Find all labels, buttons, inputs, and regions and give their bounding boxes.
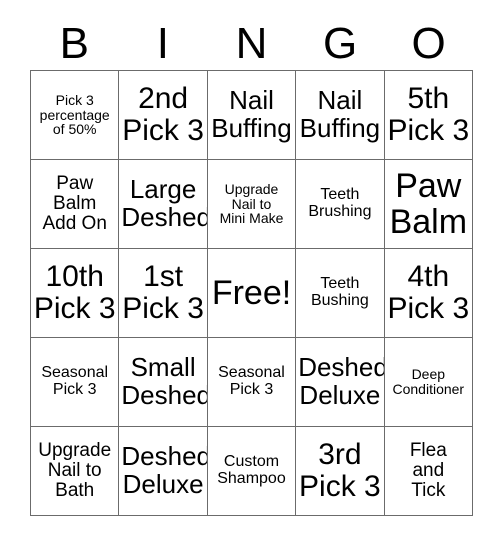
bingo-cell-label: Nail Buffing (299, 85, 381, 143)
bingo-header-row: B I N G O (30, 18, 473, 70)
bingo-cell-label: Upgrade Nail to Bath (38, 439, 112, 502)
bingo-cell-n4[interactable]: Seasonal Pick 3 (207, 338, 297, 427)
bingo-cell-label: Deep Conditioner (392, 366, 465, 397)
bingo-cell-label: 10th Pick 3 (33, 260, 116, 325)
bingo-cell-label: Teeth Bushing (310, 275, 369, 309)
bingo-header-letter-o: O (411, 19, 446, 68)
bingo-cell-i5[interactable]: Deshed Deluxe (119, 427, 208, 516)
bingo-cell-label: Paw Balm Add On (42, 172, 107, 235)
bingo-cell-label: Deshed Deluxe (298, 352, 385, 410)
bingo-cell-i1[interactable]: 2nd Pick 3 (119, 71, 208, 160)
bingo-cell-n2[interactable]: Upgrade Nail to Mini Make (207, 160, 297, 249)
bingo-cell-o5[interactable]: Flea and Tick (384, 427, 473, 516)
bingo-cell-label: Pick 3 percentage of 50% (39, 91, 110, 138)
bingo-cell-label: 1st Pick 3 (122, 260, 204, 325)
bingo-header-letter-i: I (156, 19, 169, 68)
bingo-cell-o3[interactable]: 4th Pick 3 (384, 249, 473, 338)
bingo-cell-b5[interactable]: Upgrade Nail to Bath (31, 427, 120, 516)
bingo-cell-label: Free! (211, 273, 292, 312)
bingo-cell-b1[interactable]: Pick 3 percentage of 50% (31, 71, 120, 160)
bingo-cell-i2[interactable]: Large Deshed (119, 160, 208, 249)
bingo-cell-g4[interactable]: Deshed Deluxe (296, 338, 385, 427)
bingo-grid: Pick 3 percentage of 50% 2nd Pick 3 Nail… (30, 70, 473, 516)
bingo-header-letter-g: G (322, 19, 358, 68)
bingo-cell-label: 5th Pick 3 (387, 82, 470, 147)
bingo-cell-label: Small Deshed (121, 352, 208, 410)
bingo-cell-g2[interactable]: Teeth Brushing (296, 160, 385, 249)
bingo-cell-i4[interactable]: Small Deshed (119, 338, 208, 427)
bingo-cell-label: Teeth Brushing (308, 186, 372, 220)
bingo-cell-label: Custom Shampoo (217, 453, 286, 487)
bingo-cell-free-space[interactable]: Free! (207, 249, 297, 338)
bingo-cell-b4[interactable]: Seasonal Pick 3 (31, 338, 120, 427)
bingo-cell-b2[interactable]: Paw Balm Add On (31, 160, 120, 249)
bingo-cell-label: Deshed Deluxe (121, 441, 208, 499)
bingo-cell-label: Nail Buffing (211, 85, 292, 143)
bingo-cell-n5[interactable]: Custom Shampoo (207, 427, 297, 516)
bingo-header-letter-n: N (235, 19, 268, 68)
bingo-cell-o1[interactable]: 5th Pick 3 (384, 71, 473, 160)
bingo-cell-label: Seasonal Pick 3 (218, 364, 285, 398)
bingo-cell-label: 2nd Pick 3 (122, 82, 204, 147)
bingo-cell-label: 4th Pick 3 (387, 260, 470, 325)
bingo-cell-label: Large Deshed (121, 174, 208, 232)
bingo-cell-label: Seasonal Pick 3 (41, 364, 109, 398)
bingo-cell-label: Paw Balm (389, 166, 468, 241)
bingo-cell-o2[interactable]: Paw Balm (384, 160, 473, 249)
bingo-cell-label: 3rd Pick 3 (299, 438, 381, 503)
bingo-cell-label: Upgrade Nail to Mini Make (219, 180, 284, 227)
bingo-cell-o4[interactable]: Deep Conditioner (384, 338, 473, 427)
bingo-cell-n1[interactable]: Nail Buffing (207, 71, 297, 160)
bingo-cell-i3[interactable]: 1st Pick 3 (119, 249, 208, 338)
bingo-card: B I N G O Pick 3 percentage of 50% 2nd P… (0, 0, 500, 544)
bingo-cell-b3[interactable]: 10th Pick 3 (31, 249, 120, 338)
bingo-cell-g3[interactable]: Teeth Bushing (296, 249, 385, 338)
bingo-cell-g5[interactable]: 3rd Pick 3 (296, 427, 385, 516)
bingo-header-letter-b: B (59, 19, 89, 68)
bingo-cell-label: Flea and Tick (409, 439, 447, 502)
bingo-cell-g1[interactable]: Nail Buffing (296, 71, 385, 160)
